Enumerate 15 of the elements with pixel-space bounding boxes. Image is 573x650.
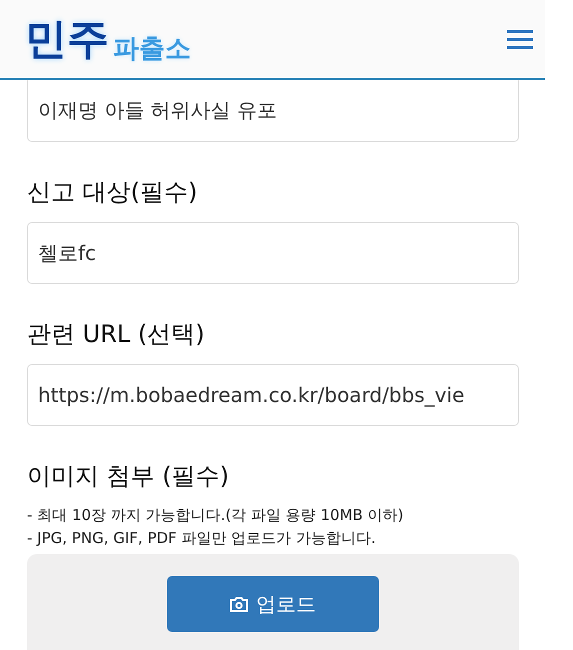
logo-text: 민주 <box>25 18 109 60</box>
note-text: - 최대 10장 까지 가능합니다.(각 파일 용량 10MB 이하) <box>27 506 404 525</box>
upload-area[interactable]: 업로드 <box>27 554 519 650</box>
input-field[interactable]: 이재명 아들 허위사실 유포 <box>27 80 519 142</box>
input-field[interactable]: https://m.bobaedream.co.kr/board/bbs_vie <box>27 364 519 426</box>
field-label: 관련 URL (선택) <box>27 319 206 350</box>
field-label: 이미지 첨부 (필수) <box>27 461 230 492</box>
field-label: 신고 대상(필수) <box>27 177 198 208</box>
note-text: - JPG, PNG, GIF, PDF 파일만 업로드가 가능합니다. <box>27 529 377 548</box>
camera-icon <box>230 596 248 612</box>
menu-button[interactable] <box>507 28 533 50</box>
input-field[interactable]: 첼로fc <box>27 222 519 284</box>
logo-subtitle: 파출소 <box>113 36 191 62</box>
upload-button[interactable]: 업로드 <box>167 576 379 632</box>
menu-icon <box>507 28 533 50</box>
